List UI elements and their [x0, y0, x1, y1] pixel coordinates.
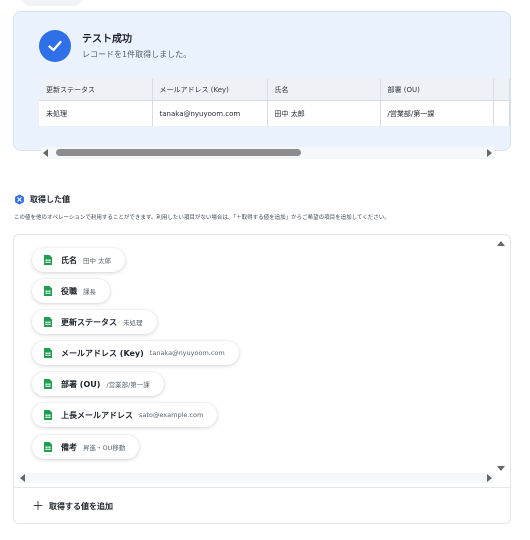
section-title: 取得した値: [30, 195, 70, 204]
value-sample: sato@example.com: [139, 411, 204, 419]
value-sample: tanaka@nyuyoom.com: [149, 349, 225, 357]
scroll-left-icon[interactable]: [43, 149, 48, 157]
spreadsheet-icon: [44, 442, 52, 452]
values-horizontal-scrollbar[interactable]: [18, 473, 494, 483]
retrieved-values-heading: 取得した値: [14, 194, 70, 205]
scroll-right-icon[interactable]: [487, 474, 492, 482]
spreadsheet-icon: [44, 255, 52, 265]
scroll-up-icon[interactable]: [497, 241, 505, 246]
table-cell: 未処理: [39, 100, 153, 126]
value-label: 氏名: [61, 255, 77, 265]
value-label: 役職: [61, 286, 77, 296]
values-vertical-scrollbar[interactable]: [497, 241, 506, 471]
previous-panel-edge: [22, 0, 82, 6]
value-label: 更新ステータス: [61, 317, 117, 327]
value-sample: 昇進・OU移動: [83, 444, 126, 452]
value-label: 備考: [61, 442, 77, 452]
table-header-row: 更新ステータス メールアドレス (Key) 氏名 部署 (OU): [39, 79, 510, 101]
add-value-label: 取得する値を追加: [49, 501, 114, 511]
value-sample: 課長: [83, 288, 96, 296]
table-cell: tanaka@nyuyoom.com: [152, 100, 268, 126]
value-label: メールアドレス (Key): [61, 348, 144, 358]
test-result-panel: テスト成功 レコードを1件取得しました。 更新ステータス メールアドレス (Ke…: [13, 11, 511, 151]
retrieved-values-list: 氏名 田中 太郎 役職 課長 更新ステータス 未処理 メールアドレス (Key)…: [14, 235, 496, 483]
value-label: 上長メールアドレス: [61, 410, 133, 420]
value-chip[interactable]: 上長メールアドレス sato@example.com: [32, 403, 218, 427]
value-chip[interactable]: 氏名 田中 太郎: [32, 248, 126, 272]
value-chip[interactable]: 役職 課長: [32, 279, 110, 303]
spreadsheet-icon: [44, 286, 52, 296]
test-success-title: テスト成功: [82, 34, 132, 45]
scroll-down-icon[interactable]: [497, 466, 505, 471]
table-horizontal-scrollbar[interactable]: [41, 147, 494, 159]
table-cell: 田中 太郎: [267, 100, 381, 126]
value-chip[interactable]: 更新ステータス 未処理: [32, 310, 157, 334]
column-header: メールアドレス (Key): [152, 79, 268, 101]
spreadsheet-icon: [44, 379, 52, 389]
hexagon-x-icon: [15, 194, 24, 205]
column-header: 氏名: [267, 79, 381, 101]
spreadsheet-icon: [44, 348, 52, 358]
plus-icon: ＋: [32, 499, 45, 513]
column-header-overflow: [493, 79, 510, 101]
spreadsheet-icon: [44, 410, 52, 420]
value-chip[interactable]: 備考 昇進・OU移動: [32, 435, 140, 459]
scroll-right-icon[interactable]: [487, 149, 492, 157]
value-sample: 田中 太郎: [83, 257, 112, 265]
add-value-row: ＋ 取得する値を追加: [14, 487, 510, 523]
result-table: 更新ステータス メールアドレス (Key) 氏名 部署 (OU) 未処理 tan…: [39, 79, 510, 126]
retrieved-values-box: 氏名 田中 太郎 役職 課長 更新ステータス 未処理 メールアドレス (Key)…: [13, 234, 511, 524]
table-cell: /営業部/第一課: [380, 100, 494, 126]
value-sample: 未処理: [123, 319, 143, 327]
column-header: 部署 (OU): [380, 79, 494, 101]
add-value-button[interactable]: ＋ 取得する値を追加: [32, 500, 113, 512]
spreadsheet-icon: [44, 317, 52, 327]
check-circle-icon: [39, 30, 71, 62]
section-description: この値を他のオペレーションで利用することができます。利用したい項目がない場合は、…: [14, 215, 390, 221]
value-chip[interactable]: メールアドレス (Key) tanaka@nyuyoom.com: [32, 341, 239, 365]
value-sample: /営業部/第一課: [106, 381, 150, 389]
value-chip[interactable]: 部署 (OU) /営業部/第一課: [32, 372, 164, 396]
table-cell-overflow: [493, 100, 510, 126]
table-row: 未処理 tanaka@nyuyoom.com 田中 太郎 /営業部/第一課: [39, 100, 510, 126]
scrollbar-thumb[interactable]: [56, 149, 301, 156]
value-label: 部署 (OU): [61, 379, 101, 389]
test-success-message: レコードを1件取得しました。: [82, 50, 192, 59]
scroll-left-icon[interactable]: [20, 474, 25, 482]
column-header: 更新ステータス: [39, 79, 153, 101]
